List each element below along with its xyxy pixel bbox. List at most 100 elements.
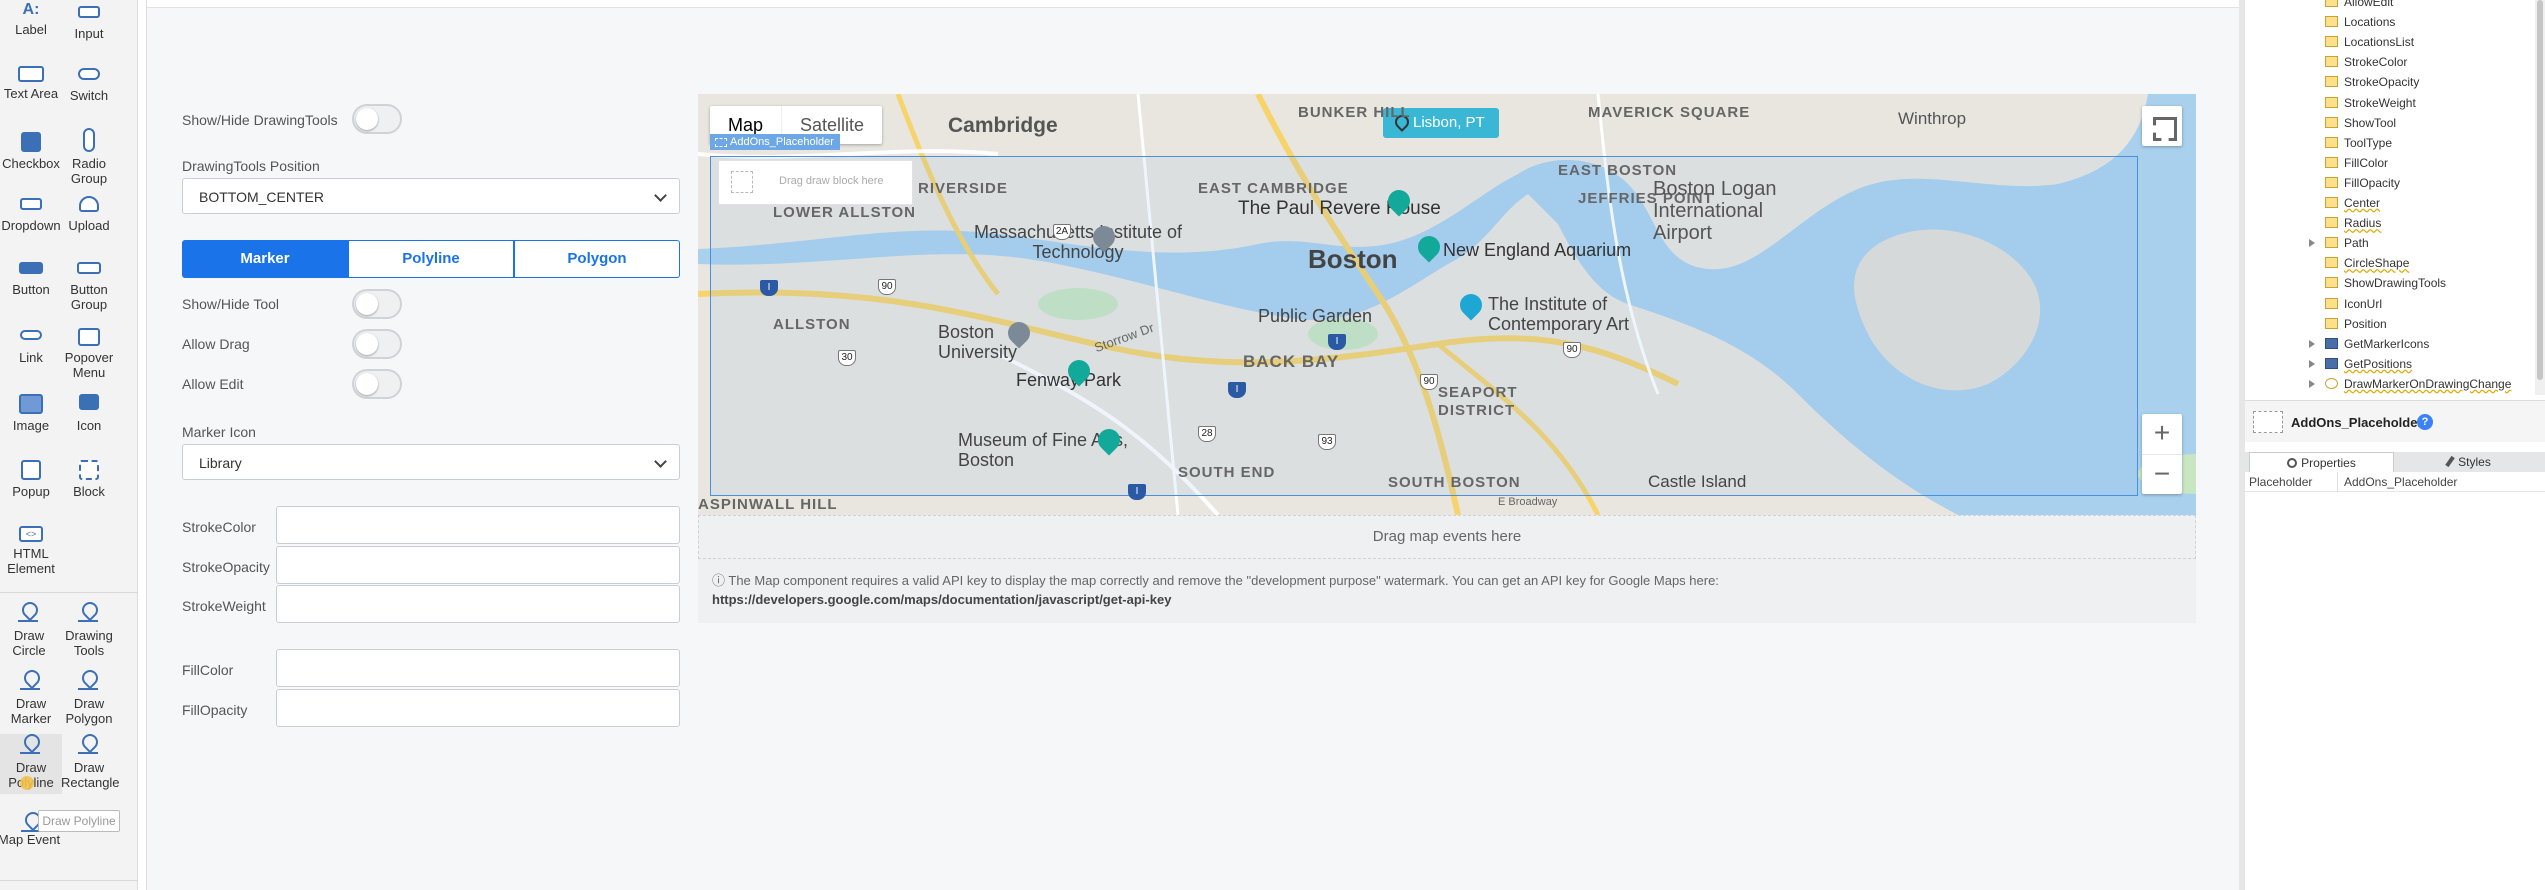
tree-item-label: GetMarkerIcons bbox=[2344, 336, 2430, 351]
zoom-in-icon[interactable]: + bbox=[2142, 414, 2182, 454]
tree-item[interactable]: StrokeWeight bbox=[2325, 93, 2416, 113]
api-key-link[interactable]: https://developers.google.com/maps/docum… bbox=[712, 592, 1171, 607]
variable-folder-icon bbox=[2325, 156, 2338, 168]
palette-switch[interactable]: Switch bbox=[58, 66, 120, 103]
palette-text-area[interactable]: Text Area bbox=[0, 66, 62, 101]
zoom-out-icon[interactable]: − bbox=[2142, 454, 2182, 494]
palette-draw-circle[interactable]: Draw Circle bbox=[0, 602, 62, 658]
zoom-control: + − bbox=[2142, 414, 2182, 494]
expand-arrow-icon[interactable] bbox=[2309, 379, 2315, 388]
tab-properties[interactable]: Properties bbox=[2249, 452, 2394, 472]
allow-edit-toggle[interactable] bbox=[352, 369, 402, 399]
map-events-drop-zone[interactable]: Drag map events here bbox=[698, 515, 2196, 559]
tree-item[interactable]: Position bbox=[2325, 314, 2387, 334]
expand-arrow-icon[interactable] bbox=[2309, 359, 2315, 368]
tree-item[interactable]: ShowTool bbox=[2325, 113, 2396, 133]
palette-draw-polygon[interactable]: Draw Polygon bbox=[58, 670, 120, 726]
route-shield-icon: 93 bbox=[1318, 434, 1336, 450]
palette-html-element[interactable]: <> HTML Element bbox=[0, 526, 62, 576]
palette-drawing-tools[interactable]: Drawing Tools bbox=[58, 602, 120, 658]
variable-folder-icon bbox=[2325, 197, 2338, 208]
popup-icon bbox=[21, 460, 41, 480]
palette-item-label: Radio Group bbox=[70, 156, 108, 186]
drawing-tools-position-select[interactable]: BOTTOM_CENTER bbox=[182, 178, 680, 214]
palette-radio-group[interactable]: Radio Group bbox=[58, 128, 120, 186]
scrollbar-thumb[interactable] bbox=[2537, 0, 2543, 380]
palette-icon[interactable]: Icon bbox=[58, 394, 120, 433]
tree-item[interactable]: ToolType bbox=[2325, 133, 2392, 153]
stroke-color-label: StrokeColor bbox=[182, 519, 256, 535]
tree-item[interactable]: GetPositions bbox=[2309, 354, 2412, 374]
palette-block[interactable]: Block bbox=[58, 460, 120, 499]
tree-item[interactable]: Locations bbox=[2325, 12, 2395, 32]
palette-label[interactable]: A: Label bbox=[0, 2, 62, 38]
map-label: Boston Logan International Airport bbox=[1653, 178, 1777, 244]
input-icon bbox=[78, 6, 100, 18]
fullscreen-icon[interactable] bbox=[2142, 106, 2182, 146]
drawing-tools-position-label: DrawingTools Position bbox=[182, 158, 320, 174]
route-shield-icon: 90 bbox=[1563, 342, 1581, 358]
tree-item[interactable]: ShowDrawingTools bbox=[2325, 273, 2446, 293]
show-hide-tool-label: Show/Hide Tool bbox=[182, 296, 280, 312]
palette-input[interactable]: Input bbox=[58, 2, 120, 41]
tree-item[interactable]: Path bbox=[2309, 233, 2369, 253]
tab-styles[interactable]: Styles bbox=[2397, 452, 2542, 472]
map-event-icon bbox=[19, 812, 41, 832]
fill-opacity-input[interactable] bbox=[276, 689, 680, 727]
fill-color-input[interactable] bbox=[276, 649, 680, 687]
palette-item-label: Popup bbox=[12, 484, 50, 499]
popover-menu-icon bbox=[78, 328, 100, 346]
palette-image[interactable]: Image bbox=[0, 394, 62, 433]
stroke-weight-input[interactable] bbox=[276, 585, 680, 623]
palette-draw-rectangle[interactable]: Draw Rectangle bbox=[58, 734, 120, 790]
palette-separator bbox=[0, 880, 138, 881]
palette-button-group[interactable]: Button Group bbox=[58, 262, 120, 312]
tree-item[interactable]: IconUrl bbox=[2325, 294, 2382, 314]
route-shield-icon: I bbox=[1128, 484, 1146, 500]
stroke-color-input[interactable] bbox=[276, 506, 680, 544]
palette-item-label: Button Group bbox=[70, 282, 108, 312]
map-label: LOWER ALLSTON bbox=[773, 204, 916, 221]
switch-icon bbox=[78, 68, 100, 80]
tree-item[interactable]: Center bbox=[2325, 193, 2380, 213]
palette-dropdown[interactable]: Dropdown bbox=[0, 198, 62, 233]
tree-item-label: StrokeWeight bbox=[2344, 95, 2416, 110]
link-icon bbox=[20, 330, 42, 340]
tree-item[interactable]: LocationsList bbox=[2325, 32, 2414, 52]
show-hide-drawing-tools-toggle[interactable] bbox=[352, 104, 402, 134]
tree-item[interactable]: FillColor bbox=[2325, 153, 2388, 173]
map-label: ALLSTON bbox=[773, 316, 851, 333]
palette-link[interactable]: Link bbox=[0, 330, 62, 365]
variable-folder-icon bbox=[2325, 257, 2338, 269]
palette-popup[interactable]: Popup bbox=[0, 460, 62, 499]
tree-item[interactable]: FillOpacity bbox=[2325, 173, 2400, 193]
property-value[interactable]: AddOns_Placeholder bbox=[2337, 472, 2545, 492]
tree-item[interactable]: AllowEdit bbox=[2325, 0, 2393, 12]
expand-arrow-icon[interactable] bbox=[2309, 339, 2315, 348]
palette-popover-menu[interactable]: Popover Menu bbox=[58, 328, 120, 380]
palette-draw-polyline[interactable]: Draw Polyline bbox=[0, 734, 62, 794]
marker-icon-select[interactable]: Library bbox=[182, 444, 680, 480]
tree-item[interactable]: DrawMarkerOnDrawingChange bbox=[2309, 374, 2511, 394]
allow-drag-toggle[interactable] bbox=[352, 329, 402, 359]
map-widget[interactable]: Map Satellite Lisbon, PT AddOns_Placehol… bbox=[698, 94, 2196, 515]
tab-polyline[interactable]: Polyline bbox=[348, 240, 514, 278]
palette-button[interactable]: Button bbox=[0, 262, 62, 297]
tree-item[interactable]: GetMarkerIcons bbox=[2309, 334, 2430, 354]
palette-draw-marker[interactable]: Draw Marker bbox=[0, 670, 62, 726]
palette-upload[interactable]: Upload bbox=[58, 196, 120, 233]
stroke-opacity-input[interactable] bbox=[276, 546, 680, 584]
show-hide-tool-toggle[interactable] bbox=[352, 289, 402, 319]
tree-item[interactable]: StrokeColor bbox=[2325, 52, 2407, 72]
tree-item[interactable]: CircleShape bbox=[2325, 253, 2409, 273]
tab-marker[interactable]: Marker bbox=[182, 240, 348, 278]
tree-scrollbar[interactable] bbox=[2535, 0, 2545, 395]
palette-checkbox[interactable]: Checkbox bbox=[0, 132, 62, 171]
tree-item[interactable]: StrokeOpacity bbox=[2325, 72, 2419, 92]
tab-polygon[interactable]: Polygon bbox=[514, 240, 680, 278]
flag-icon bbox=[79, 394, 99, 410]
help-icon[interactable]: ? bbox=[2417, 414, 2433, 430]
drag-draw-block-area[interactable]: Drag draw block here bbox=[718, 160, 913, 205]
expand-arrow-icon[interactable] bbox=[2309, 239, 2315, 248]
tree-item[interactable]: Radius bbox=[2325, 213, 2381, 233]
